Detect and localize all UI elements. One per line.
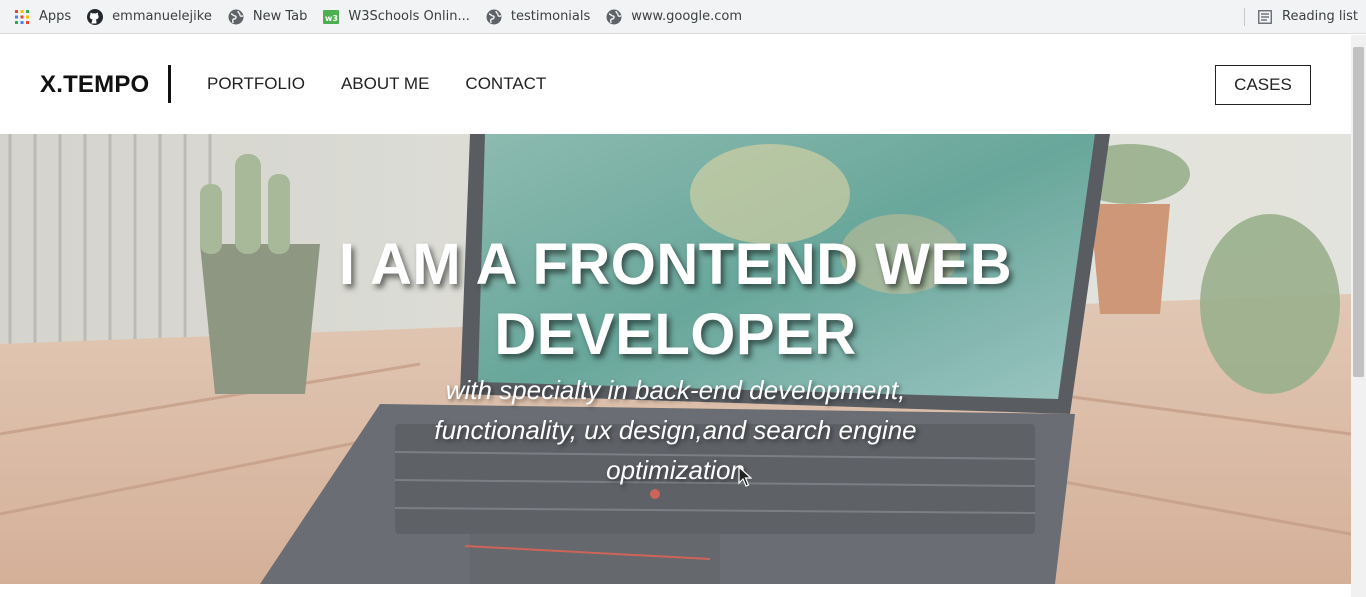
bookmark-label: emmanuelejike bbox=[112, 9, 212, 24]
hero-section: I AM A FRONTEND WEB DEVELOPER with speci… bbox=[0, 134, 1351, 584]
nav-portfolio[interactable]: PORTFOLIO bbox=[207, 74, 305, 94]
bookmarks-separator bbox=[1244, 7, 1245, 26]
bookmark-emmanuelejike[interactable]: emmanuelejike bbox=[79, 3, 220, 31]
bookmark-label: www.google.com bbox=[631, 9, 743, 24]
reading-list-icon bbox=[1257, 9, 1273, 25]
scrollbar-thumb[interactable] bbox=[1353, 47, 1364, 377]
reading-list-area: Reading list bbox=[1244, 0, 1366, 33]
site-header: X.TEMPO PORTFOLIO ABOUT ME CONTACT CASES bbox=[0, 35, 1351, 134]
page-scrollbar[interactable] bbox=[1351, 35, 1366, 597]
reading-list-label: Reading list bbox=[1282, 9, 1358, 24]
bookmark-apps[interactable]: Apps bbox=[6, 3, 79, 31]
bookmark-testimonials[interactable]: testimonials bbox=[478, 3, 598, 31]
w3schools-icon: w3 bbox=[323, 9, 340, 25]
mouse-cursor-icon bbox=[738, 466, 752, 487]
bookmark-label: Apps bbox=[39, 9, 72, 24]
bookmark-label: W3Schools Onlin... bbox=[348, 9, 470, 24]
bookmark-w3schools[interactable]: w3 W3Schools Onlin... bbox=[315, 3, 478, 31]
globe-icon bbox=[228, 9, 244, 25]
bookmark-label: testimonials bbox=[510, 9, 591, 24]
nav-about-me[interactable]: ABOUT ME bbox=[341, 74, 429, 94]
hero-subtitle-line: functionality, ux design,and search engi… bbox=[434, 415, 917, 445]
bookmarks-bar: Apps emmanuelejike New Tab w3 W3Schools … bbox=[0, 0, 1366, 34]
reading-list-button[interactable]: Reading list bbox=[1249, 3, 1366, 31]
hero-subtitle-line: with specialty in back-end development, bbox=[445, 375, 906, 405]
page-content-start bbox=[0, 584, 1351, 597]
bookmark-label: New Tab bbox=[252, 9, 308, 24]
main-nav: PORTFOLIO ABOUT ME CONTACT bbox=[207, 74, 546, 94]
hero-title-line: I AM A FRONTEND WEB bbox=[338, 232, 1013, 297]
site-logo[interactable]: X.TEMPO bbox=[40, 71, 149, 99]
nav-contact[interactable]: CONTACT bbox=[465, 74, 546, 94]
apps-grid-icon bbox=[14, 9, 30, 25]
hero-subtitle: with specialty in back-end development, … bbox=[0, 370, 1351, 490]
logo-divider bbox=[168, 65, 171, 103]
hero-subtitle-line: optimization bbox=[606, 455, 745, 485]
hero-title: I AM A FRONTEND WEB DEVELOPER bbox=[0, 230, 1351, 370]
globe-icon bbox=[486, 9, 502, 25]
github-icon bbox=[87, 8, 104, 25]
globe-icon bbox=[606, 9, 622, 25]
svg-text:w3: w3 bbox=[325, 14, 338, 23]
cases-button[interactable]: CASES bbox=[1215, 65, 1311, 105]
hero-title-line: DEVELOPER bbox=[494, 302, 857, 367]
bookmark-new-tab[interactable]: New Tab bbox=[220, 3, 316, 31]
bookmark-google[interactable]: www.google.com bbox=[598, 3, 750, 31]
